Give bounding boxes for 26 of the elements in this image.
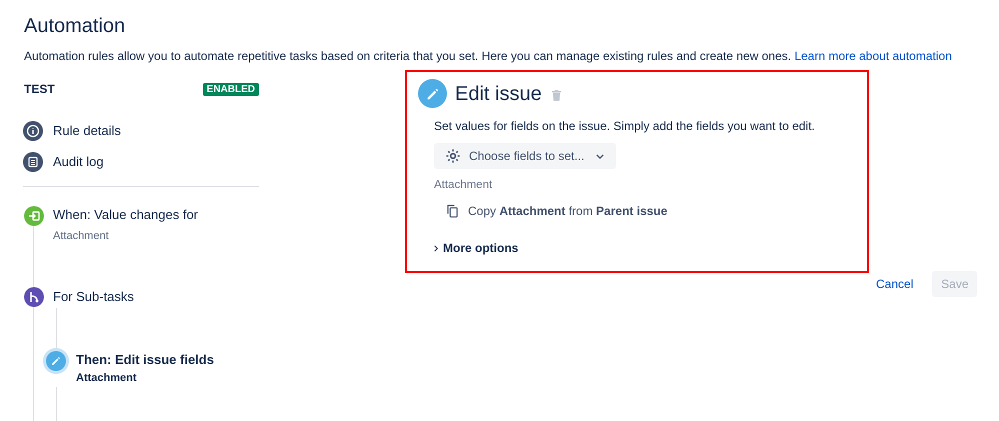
step-title[interactable]: When: Value changes for [53, 206, 198, 224]
step-title[interactable]: For Sub-tasks [53, 287, 134, 307]
step-subtitle: Attachment [76, 371, 138, 386]
nav-link[interactable]: Rule details [53, 121, 121, 141]
field-label: Attachment [434, 178, 494, 193]
list-icon [23, 152, 43, 172]
step-title[interactable]: Then: Edit issue fields [76, 351, 214, 369]
choose-fields-button[interactable]: Choose fields to set... [434, 143, 616, 169]
page-description: Automation rules allow you to automate repetitive tasks based on criteria that you set. Here you can manage existing rules and create new ones. Learn more about automation [24, 48, 952, 65]
field-value: Copy Attachment from Parent issue [468, 203, 668, 220]
panel-title: Edit issue [455, 82, 542, 106]
trash-icon[interactable] [552, 90, 561, 100]
panel-description: Set values for fields on the issue. Simply add the fields you want to edit. [434, 118, 816, 135]
more-options-toggle[interactable]: More options [434, 239, 518, 258]
chevron-right-icon [434, 244, 438, 252]
learn-more-link[interactable]: Learn more about automation [794, 49, 952, 63]
page-title: Automation [24, 14, 126, 38]
pencil-icon [418, 79, 447, 108]
nav-link[interactable]: Audit log [53, 152, 104, 172]
chevron-down-icon [596, 154, 604, 158]
copy-icon [447, 204, 458, 218]
step-subtitle: Attachment [53, 229, 110, 244]
info-icon [23, 121, 43, 141]
rule-name: TEST [24, 81, 55, 98]
status-badge: ENABLED [202, 82, 259, 96]
cancel-button[interactable]: Cancel [870, 271, 920, 297]
